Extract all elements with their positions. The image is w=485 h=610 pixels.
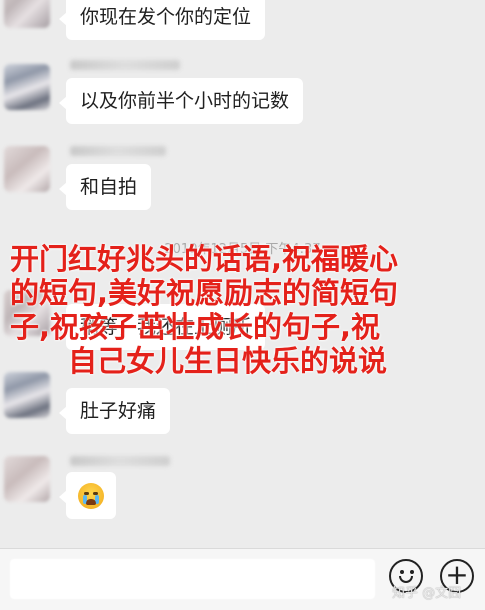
message-text: 你现在发个你的定位 — [80, 6, 252, 28]
message-text: 以及你前半个小时的记数 — [80, 90, 290, 112]
sender-name-blurred — [70, 456, 170, 466]
overlay-line: 开门红好兆头的话语,祝福暖心 — [10, 242, 399, 276]
overlay-line: 自己女儿生日快乐的说说 — [68, 344, 388, 378]
avatar[interactable] — [4, 146, 50, 192]
avatar[interactable] — [4, 64, 50, 110]
overlay-line: 的短句,美好祝愿励志的简短句 — [10, 276, 399, 310]
message-text: 肚子好痛 — [80, 400, 157, 422]
overlay-line: 子,祝孩子茁壮成长的句子,祝 — [10, 310, 381, 344]
message-bubble[interactable] — [59, 472, 116, 519]
message-text: 和自拍 — [80, 176, 138, 198]
avatar[interactable] — [4, 0, 50, 28]
message-bubble[interactable]: 和自拍 — [58, 164, 152, 210]
message-bubble[interactable]: 你现在发个你的定位 — [58, 0, 266, 40]
crying-face-emoji — [78, 482, 104, 509]
message-bubble[interactable]: 肚子好痛 — [58, 388, 171, 434]
watermark: 知乎 @文囧 — [392, 586, 462, 601]
message-bubble[interactable]: 以及你前半个小时的记数 — [58, 78, 304, 124]
sender-name-blurred — [70, 146, 166, 156]
sender-name-blurred — [70, 60, 180, 70]
article-title-overlay: 开门红好兆头的话语,祝福暖心 的短句,美好祝愿励志的简短句 子,祝孩子茁壮成长的… — [10, 242, 480, 378]
message-input[interactable] — [10, 559, 375, 599]
avatar[interactable] — [4, 372, 50, 418]
avatar[interactable] — [4, 456, 50, 502]
